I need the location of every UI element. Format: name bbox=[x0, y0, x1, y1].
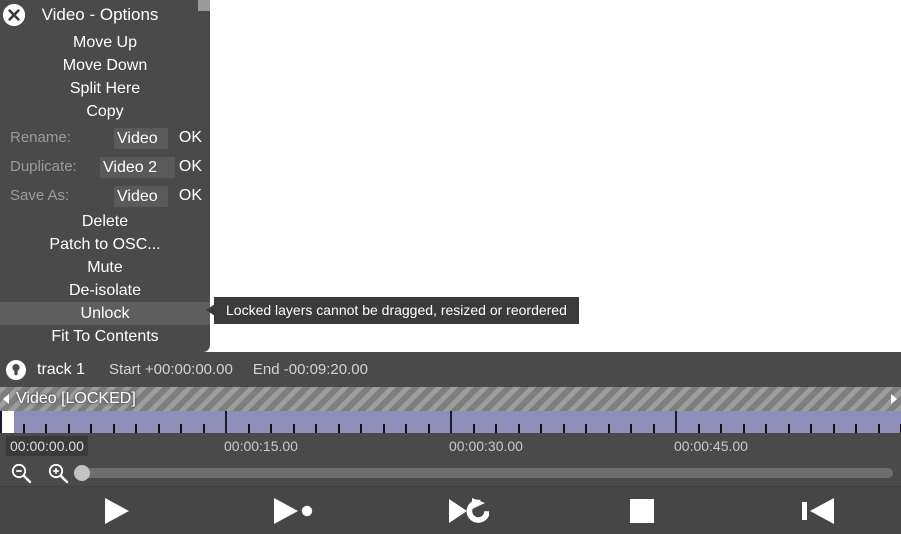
ruler-tick-minor bbox=[315, 424, 317, 433]
ruler-tick-minor bbox=[23, 424, 25, 433]
chevron-right-icon[interactable] bbox=[891, 394, 897, 404]
ruler-tick-minor bbox=[810, 424, 812, 433]
lock-keyhole-icon[interactable] bbox=[5, 359, 27, 381]
ruler-tick-minor bbox=[158, 424, 160, 433]
ruler-tick-minor bbox=[698, 424, 700, 433]
duplicate-input[interactable]: Video 2 bbox=[100, 157, 175, 178]
menu-item-unlock[interactable]: Unlock bbox=[0, 302, 210, 325]
rename-input[interactable]: Video bbox=[114, 128, 168, 149]
layer-row-video-locked[interactable]: Video [LOCKED] bbox=[0, 387, 901, 411]
ruler-tick-minor bbox=[765, 424, 767, 433]
loop-button[interactable] bbox=[438, 487, 498, 534]
timecode-label: 00:00:30.00 bbox=[449, 438, 523, 454]
stop-button[interactable] bbox=[612, 487, 672, 534]
ruler-tick-minor bbox=[653, 424, 655, 433]
play-to-point-button[interactable] bbox=[263, 487, 323, 534]
track-header: track 1 Start +00:00:00.00 End -00:09:20… bbox=[0, 352, 901, 387]
ruler-tick-minor bbox=[495, 424, 497, 433]
ruler-tick-minor bbox=[90, 424, 92, 433]
menu-item-delete[interactable]: Delete bbox=[0, 210, 210, 233]
menu-item-mute[interactable]: Mute bbox=[0, 256, 210, 279]
ruler-tick-major bbox=[225, 411, 227, 433]
save-as-ok-button[interactable]: OK bbox=[179, 181, 202, 210]
ruler-tick-minor bbox=[540, 424, 542, 433]
duplicate-row: Duplicate: Video 2 OK bbox=[0, 152, 210, 181]
ruler-tick-minor bbox=[270, 424, 272, 433]
menu-item-copy[interactable]: Copy bbox=[0, 100, 210, 123]
timecode-label: 00:00:45.00 bbox=[674, 438, 748, 454]
menu-title: Video - Options bbox=[41, 5, 159, 24]
play-button[interactable] bbox=[87, 487, 147, 534]
timecode-current: 00:00:00.00 bbox=[6, 436, 88, 456]
ruler-tick-minor bbox=[45, 424, 47, 433]
zoom-slider-knob[interactable] bbox=[74, 465, 90, 481]
app-root: Video - Options Move Up Move Down Split … bbox=[0, 0, 901, 534]
save-as-label: Save As: bbox=[10, 187, 70, 204]
zoom-out-icon[interactable] bbox=[10, 462, 32, 484]
layer-label: Video [LOCKED] bbox=[16, 390, 136, 407]
menu-title-row: Video - Options bbox=[0, 0, 210, 31]
ruler-tick-minor bbox=[338, 424, 340, 433]
ruler-tick-minor bbox=[608, 424, 610, 433]
video-options-menu: Video - Options Move Up Move Down Split … bbox=[0, 0, 210, 352]
menu-item-split-here[interactable]: Split Here bbox=[0, 77, 210, 100]
timecode-strip: 00:00:00.00 00:00:15.00 00:00:30.00 00:00:4… bbox=[0, 433, 901, 459]
save-as-row: Save As: Video OK bbox=[0, 181, 210, 210]
rename-row: Rename: Video OK bbox=[0, 123, 210, 152]
track-start[interactable]: Start +00:00:00.00 bbox=[109, 361, 233, 378]
ruler-tick-minor bbox=[473, 424, 475, 433]
ruler-tick-major bbox=[0, 411, 2, 433]
timeline-ruler[interactable] bbox=[0, 411, 901, 433]
duplicate-ok-button[interactable]: OK bbox=[179, 152, 202, 181]
ruler-tick-minor bbox=[855, 424, 857, 433]
track-end[interactable]: End -00:09:20.00 bbox=[253, 361, 368, 378]
ruler-tick-minor bbox=[428, 424, 430, 433]
go-to-start-button[interactable] bbox=[788, 487, 848, 534]
chevron-left-icon[interactable] bbox=[3, 394, 9, 404]
duplicate-label: Duplicate: bbox=[10, 158, 77, 175]
ruler-tick-minor bbox=[135, 424, 137, 433]
ruler-tick-major bbox=[675, 411, 677, 433]
menu-item-fit-to-contents[interactable]: Fit To Contents bbox=[0, 325, 210, 348]
menu-item-patch-to-osc[interactable]: Patch to OSC... bbox=[0, 233, 210, 256]
menu-item-move-down[interactable]: Move Down bbox=[0, 54, 210, 77]
save-as-input[interactable]: Video bbox=[114, 186, 168, 207]
ruler-tick-minor bbox=[113, 424, 115, 433]
zoom-in-icon[interactable] bbox=[47, 462, 69, 484]
ruler-tick-minor bbox=[743, 424, 745, 433]
zoom-slider-track[interactable] bbox=[74, 468, 893, 478]
menu-item-move-up[interactable]: Move Up bbox=[0, 31, 210, 54]
ruler-tick-minor bbox=[293, 424, 295, 433]
rename-ok-button[interactable]: OK bbox=[179, 123, 202, 152]
ruler-tick-minor bbox=[203, 424, 205, 433]
ruler-tick-major bbox=[450, 411, 452, 433]
transport-bar bbox=[0, 486, 901, 534]
tooltip: Locked layers cannot be dragged, resized… bbox=[214, 297, 579, 324]
ruler-tick-minor bbox=[585, 424, 587, 433]
timecode-label: 00:00:15.00 bbox=[224, 438, 298, 454]
ruler-tick-minor bbox=[788, 424, 790, 433]
timeline-panel: track 1 Start +00:00:00.00 End -00:09:20… bbox=[0, 352, 901, 534]
ruler-tick-minor bbox=[720, 424, 722, 433]
ruler-tick-minor bbox=[630, 424, 632, 433]
ruler-tick-minor bbox=[248, 424, 250, 433]
ruler-tick-minor bbox=[180, 424, 182, 433]
playhead[interactable] bbox=[0, 411, 14, 433]
ruler-tick-minor bbox=[878, 424, 880, 433]
ruler-tick-minor bbox=[833, 424, 835, 433]
menu-item-de-isolate[interactable]: De-isolate bbox=[0, 279, 210, 302]
track-name[interactable]: track 1 bbox=[37, 361, 85, 379]
ruler-tick-minor bbox=[68, 424, 70, 433]
ruler-tick-minor bbox=[405, 424, 407, 433]
ruler-tick-minor bbox=[518, 424, 520, 433]
ruler-tick-minor bbox=[383, 424, 385, 433]
ruler-tick-minor bbox=[360, 424, 362, 433]
ruler-tick-minor bbox=[563, 424, 565, 433]
rename-label: Rename: bbox=[10, 129, 71, 146]
zoom-strip bbox=[0, 459, 901, 486]
